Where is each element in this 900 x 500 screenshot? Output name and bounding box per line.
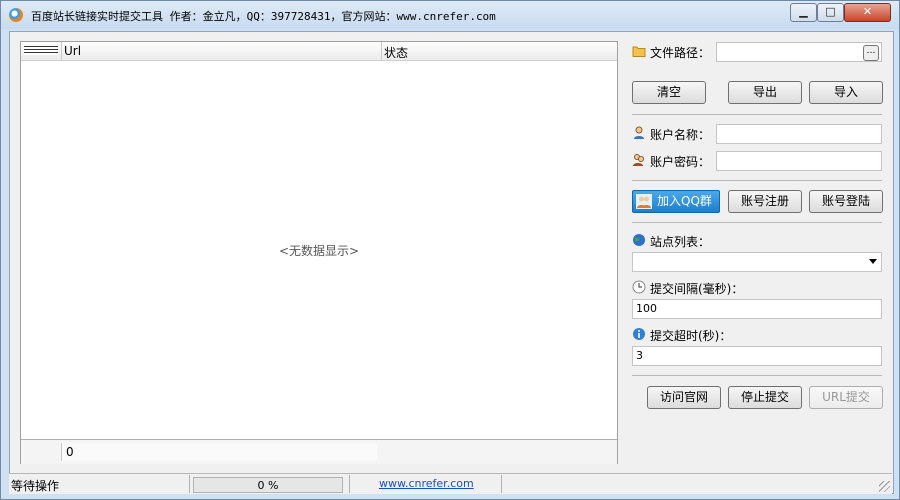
file-path-field[interactable]: … <box>716 42 882 62</box>
grid-header: Url 状态 <box>21 42 617 61</box>
column-separator <box>61 42 62 60</box>
maximize-button[interactable]: □ <box>817 3 844 22</box>
register-button[interactable]: 账号注册 <box>728 190 802 213</box>
account-password-label: 账户密码： <box>650 155 711 169</box>
minimize-button[interactable]: ▁ <box>790 3 817 22</box>
url-submit-button[interactable]: URL提交 <box>809 386 883 409</box>
resize-grip[interactable] <box>879 481 890 492</box>
user-icon <box>634 126 644 139</box>
import-button[interactable]: 导入 <box>809 81 883 104</box>
join-qq-label: 加入QQ群 <box>657 194 712 208</box>
row-count: 0 <box>61 443 377 461</box>
folder-icon <box>632 46 646 57</box>
app-icon <box>9 8 23 22</box>
divider <box>632 222 882 223</box>
column-header-status[interactable]: 状态 <box>384 44 408 61</box>
app-window: 百度站长链接实时提交工具 作者：金立凡，QQ：397728431，官方网站：ww… <box>0 0 900 500</box>
status-text: 等待操作 <box>11 479 60 493</box>
browse-button[interactable]: … <box>863 45 879 61</box>
site-list-select[interactable] <box>632 252 882 272</box>
site-list-label: 站点列表： <box>650 235 711 249</box>
divider <box>632 180 882 181</box>
login-button[interactable]: 账号登陆 <box>809 190 883 213</box>
export-button[interactable]: 导出 <box>728 81 802 104</box>
visit-site-button[interactable]: 访问官网 <box>647 386 721 409</box>
account-name-label: 账户名称： <box>650 128 711 142</box>
account-name-input[interactable] <box>716 124 882 144</box>
grid-footer: 0 <box>21 439 617 464</box>
status-separator <box>349 475 350 493</box>
file-path-label: 文件路径： <box>650 46 711 60</box>
divider <box>632 114 882 115</box>
qq-icon <box>636 194 652 209</box>
stop-submit-button[interactable]: 停止提交 <box>728 386 802 409</box>
timeout-label: 提交超时(秒)： <box>650 329 732 343</box>
progress-bar: 0 % <box>193 477 343 493</box>
status-separator <box>189 475 190 493</box>
interval-input[interactable]: 100 <box>632 299 882 319</box>
window-title: 百度站长链接实时提交工具 作者：金立凡，QQ：397728431，官方网站：ww… <box>31 10 496 23</box>
row-indicator-icon <box>24 46 58 55</box>
globe-icon <box>633 234 645 246</box>
timeout-input[interactable]: 3 <box>632 346 882 366</box>
client-area: Url 状态 <无数据显示> 0 文件路径： … 清空 导出 导入 账户名称： <box>9 31 894 494</box>
clear-button[interactable]: 清空 <box>632 81 706 104</box>
account-password-input[interactable] <box>716 151 882 171</box>
info-icon <box>633 328 645 340</box>
progress-label: 0 % <box>257 479 279 492</box>
clock-icon <box>632 280 646 294</box>
url-grid[interactable]: Url 状态 <无数据显示> 0 <box>20 41 618 464</box>
status-bar: 等待操作 0 % www.cnrefer.com <box>9 473 892 494</box>
status-separator <box>501 475 502 493</box>
divider <box>632 375 882 376</box>
close-button[interactable]: ✕ <box>844 3 891 22</box>
users-icon <box>633 154 644 166</box>
title-bar[interactable]: 百度站长链接实时提交工具 作者：金立凡，QQ：397728431，官方网站：ww… <box>1 1 899 29</box>
chevron-down-icon <box>869 259 877 264</box>
join-qq-group-button[interactable]: 加入QQ群 <box>632 190 720 213</box>
column-header-url[interactable]: Url <box>64 44 81 58</box>
website-link[interactable]: www.cnrefer.com <box>379 477 474 490</box>
column-separator <box>381 42 382 60</box>
interval-label: 提交间隔(毫秒)： <box>650 282 744 296</box>
empty-message: <无数据显示> <box>278 244 360 258</box>
